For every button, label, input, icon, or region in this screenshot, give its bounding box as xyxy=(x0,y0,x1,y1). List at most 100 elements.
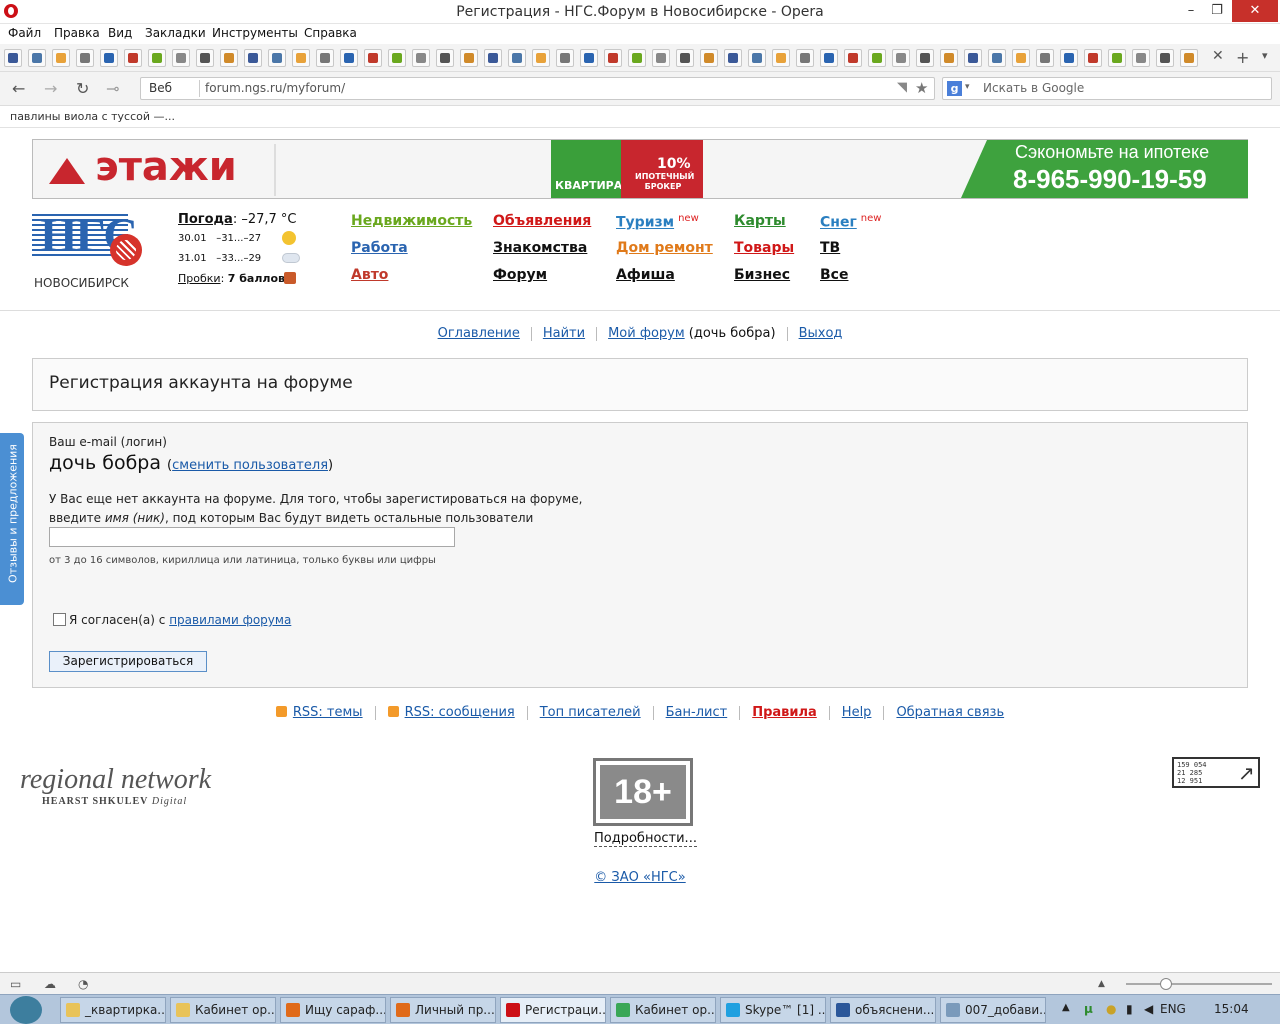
bookmark-icon[interactable] xyxy=(772,49,790,67)
bookmark-icon[interactable] xyxy=(148,49,166,67)
start-button[interactable] xyxy=(10,996,42,1024)
bookmark-icon[interactable] xyxy=(796,49,814,67)
bookmark-icon[interactable] xyxy=(484,49,502,67)
taskbar-item[interactable]: Регистраци... xyxy=(500,997,606,1023)
star-icon[interactable]: ★ xyxy=(915,79,928,97)
weather-link[interactable]: Погода xyxy=(178,212,233,227)
taskbar-item[interactable]: Кабинет ор... xyxy=(170,997,276,1023)
nav-home-repair[interactable]: Дом ремонт xyxy=(616,240,713,256)
new-tab-icon[interactable]: + xyxy=(1236,48,1249,67)
bookmark-icon[interactable] xyxy=(196,49,214,67)
taskbar-item[interactable]: _квартирка... xyxy=(60,997,166,1023)
mail-icon[interactable] xyxy=(52,49,70,67)
maximize-button[interactable]: ❐ xyxy=(1204,0,1230,22)
age-details-link[interactable]: Подробности... xyxy=(594,831,697,847)
forum-find-link[interactable]: Найти xyxy=(543,326,585,341)
rss-messages-link[interactable]: RSS: сообщения xyxy=(405,705,515,720)
zoom-slider-knob[interactable] xyxy=(1160,978,1172,990)
taskbar-item[interactable]: Кабинет ор... xyxy=(610,997,716,1023)
bookmark-icon[interactable] xyxy=(220,49,238,67)
search-placeholder[interactable]: Искать в Google xyxy=(983,81,1084,95)
ad-banner[interactable]: этажи КВАРТИРА 10% ИПОТЕЧНЫЙ БРОКЕР Сэко… xyxy=(32,139,1248,199)
bookmark-icon[interactable] xyxy=(940,49,958,67)
taskbar-item[interactable]: Ищу сараф... xyxy=(280,997,386,1023)
help-link[interactable]: Help xyxy=(842,705,872,720)
zoom-slider[interactable] xyxy=(1126,978,1272,990)
rules-link[interactable]: Правила xyxy=(752,705,817,720)
bookmark-icon[interactable] xyxy=(628,49,646,67)
close-tab-icon[interactable]: ✕ xyxy=(1212,48,1224,64)
nav-tv[interactable]: ТВ xyxy=(820,240,840,256)
facebook-icon[interactable] xyxy=(4,49,22,67)
regional-network-logo[interactable]: regional network HEARST SHKULEV Digital xyxy=(20,764,211,807)
ngs-logo[interactable]: НГС НОВОСИБИРСК xyxy=(32,208,152,292)
bookmark-icon[interactable] xyxy=(388,49,406,67)
agree-checkbox[interactable] xyxy=(53,613,66,626)
panel-toggle-icon[interactable]: ▭ xyxy=(10,977,21,991)
chevron-down-icon[interactable]: ▾ xyxy=(1262,49,1268,62)
nav-forum[interactable]: Форум xyxy=(493,267,547,283)
zoom-toggle-icon[interactable]: ▲ xyxy=(1098,979,1105,989)
bookmark-icon[interactable] xyxy=(364,49,382,67)
personal-bar-item[interactable]: павлины виола с туссой —... xyxy=(10,110,175,123)
bookmark-icon[interactable] xyxy=(1156,49,1174,67)
bookmark-icon[interactable] xyxy=(124,49,142,67)
menu-file[interactable]: Файл xyxy=(8,26,41,40)
bookmark-icon[interactable] xyxy=(676,49,694,67)
bookmark-icon[interactable] xyxy=(892,49,910,67)
reload-icon[interactable]: ↻ xyxy=(76,79,89,98)
bookmark-icon[interactable] xyxy=(292,49,310,67)
feedback-tab[interactable]: Отзывы и предложения xyxy=(0,433,24,605)
taskbar-item[interactable]: Личный пр... xyxy=(390,997,496,1023)
menu-edit[interactable]: Правка xyxy=(54,26,100,40)
chevron-down-icon[interactable]: ▾ xyxy=(965,82,970,92)
bookmark-icon[interactable] xyxy=(964,49,982,67)
nav-dating[interactable]: Знакомства xyxy=(493,240,587,256)
minimize-button[interactable]: – xyxy=(1178,0,1204,22)
nav-business[interactable]: Бизнес xyxy=(734,267,790,283)
bookmark-icon[interactable] xyxy=(868,49,886,67)
bookmark-icon[interactable] xyxy=(244,49,262,67)
close-window-button[interactable]: ✕ xyxy=(1232,0,1278,22)
network-icon[interactable]: ▮ xyxy=(1126,1002,1133,1016)
bookmark-icon[interactable] xyxy=(556,49,574,67)
bookmark-icon[interactable] xyxy=(748,49,766,67)
bookmark-icon[interactable] xyxy=(1108,49,1126,67)
nav-ads[interactable]: Объявления xyxy=(493,213,591,229)
language-indicator[interactable]: ENG xyxy=(1160,1002,1186,1016)
bookmark-icon[interactable] xyxy=(1084,49,1102,67)
search-box[interactable]: g ▾ Искать в Google xyxy=(942,77,1272,100)
traffic-link[interactable]: Пробки xyxy=(178,272,221,285)
bookmark-icon[interactable] xyxy=(508,49,526,67)
bookmark-icon[interactable] xyxy=(724,49,742,67)
change-user-link[interactable]: сменить пользователя xyxy=(172,458,328,473)
nav-goods[interactable]: Товары xyxy=(734,240,794,256)
bookmark-icon[interactable] xyxy=(1180,49,1198,67)
rss-icon[interactable]: ◥ xyxy=(897,80,907,95)
nav-all[interactable]: Все xyxy=(820,267,848,283)
bookmark-icon[interactable] xyxy=(460,49,478,67)
menu-bookmarks[interactable]: Закладки xyxy=(145,26,206,40)
nav-snow[interactable]: Снег xyxy=(820,215,857,231)
copyright-link[interactable]: © ЗАО «НГС» xyxy=(594,870,685,885)
bookmark-icon[interactable] xyxy=(844,49,862,67)
nav-maps[interactable]: Карты xyxy=(734,213,786,229)
cloud-icon[interactable]: ☁ xyxy=(44,977,56,991)
bookmark-icon[interactable] xyxy=(412,49,430,67)
torrent-icon[interactable]: µ xyxy=(1084,1002,1093,1016)
nav-jobs[interactable]: Работа xyxy=(351,240,408,256)
register-button[interactable]: Зарегистрироваться xyxy=(49,651,207,672)
nav-realty[interactable]: Недвижимость xyxy=(351,213,472,229)
nickname-input[interactable] xyxy=(49,527,455,547)
logout-link[interactable]: Выход xyxy=(799,326,843,341)
my-forum-link[interactable]: Мой форум xyxy=(608,326,685,341)
bookmark-icon[interactable] xyxy=(340,49,358,67)
bookmark-icon[interactable] xyxy=(1060,49,1078,67)
notification-icon[interactable]: ● xyxy=(1106,1002,1116,1016)
menu-view[interactable]: Вид xyxy=(108,26,132,40)
ban-list-link[interactable]: Бан-лист xyxy=(666,705,728,720)
key-icon[interactable]: ⊸ xyxy=(106,79,119,98)
menu-help[interactable]: Справка xyxy=(304,26,357,40)
menu-tools[interactable]: Инструменты xyxy=(212,26,298,40)
bookmark-icon[interactable] xyxy=(1132,49,1150,67)
